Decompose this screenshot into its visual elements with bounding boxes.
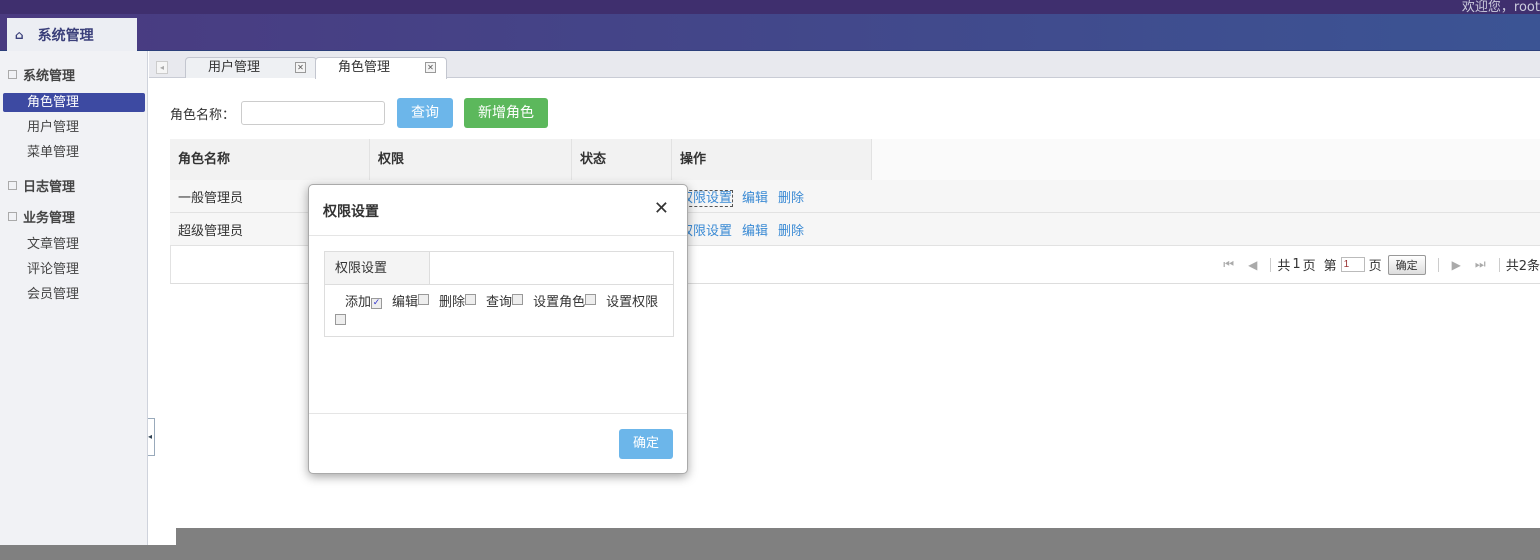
permission-section-label: 权限设置 bbox=[325, 252, 430, 284]
permission-checkbox[interactable] bbox=[585, 294, 597, 305]
sidebar-item-users[interactable]: 用户管理 bbox=[3, 118, 145, 137]
tab-scroll-left[interactable]: ◂ bbox=[156, 61, 168, 74]
permission-option: 添加 bbox=[345, 295, 372, 310]
app-tab-system[interactable]: ⌂ 系统管理 bbox=[7, 18, 137, 51]
role-name-input[interactable] bbox=[241, 101, 386, 125]
delete-link[interactable]: 删除 bbox=[778, 224, 804, 239]
permission-checkbox[interactable]: ✓ bbox=[371, 298, 383, 309]
tab-role-management[interactable]: 角色管理 ✕ bbox=[315, 57, 447, 79]
permission-option: 设置角色 bbox=[533, 295, 586, 310]
collapse-sidebar-handle[interactable]: ◂ bbox=[148, 418, 155, 456]
permission-checkbox[interactable] bbox=[418, 294, 430, 305]
permission-option: 设置权限 bbox=[606, 295, 659, 310]
search-bar: 角色名称： 查询 新增角色 bbox=[170, 98, 559, 128]
last-page-icon[interactable]: ⏭ bbox=[1475, 257, 1486, 272]
sidebar-item-roles[interactable]: 角色管理 bbox=[3, 93, 145, 112]
edit-link[interactable]: 编辑 bbox=[742, 224, 768, 239]
permission-dialog: 权限设置 ✕ 权限设置 添加 ✓ 编辑 删除 查询 设置角色 设置权限 确定 bbox=[308, 184, 688, 474]
app-tab-label: 系统管理 bbox=[37, 27, 94, 44]
page-input[interactable] bbox=[1340, 257, 1365, 272]
header-band bbox=[0, 14, 1540, 51]
table-header: 角色名称 权限 状态 操作 bbox=[170, 139, 1540, 180]
dialog-ok-button[interactable]: 确定 bbox=[619, 429, 673, 459]
first-page-icon[interactable]: ⏮ bbox=[1223, 257, 1234, 272]
next-page-icon[interactable]: ▶ bbox=[1452, 258, 1461, 272]
permission-panel: 权限设置 添加 ✓ 编辑 删除 查询 设置角色 设置权限 bbox=[324, 251, 674, 337]
close-icon[interactable]: ✕ bbox=[295, 62, 306, 73]
tab-strip: ◂ 用户管理 ✕ 角色管理 ✕ bbox=[149, 51, 1540, 79]
tab-user-management[interactable]: 用户管理 ✕ bbox=[185, 57, 317, 78]
permission-option: 删除 bbox=[439, 295, 466, 310]
permission-option: 编辑 bbox=[392, 295, 419, 310]
sidebar-item-menus[interactable]: 菜单管理 bbox=[3, 143, 145, 162]
edit-link[interactable]: 编辑 bbox=[742, 191, 768, 206]
add-role-button[interactable]: 新增角色 bbox=[464, 98, 549, 128]
welcome-text: 欢迎您，root bbox=[1461, 0, 1540, 15]
sidebar-item-members[interactable]: 会员管理 bbox=[3, 285, 145, 304]
permission-checkbox[interactable] bbox=[512, 294, 524, 305]
sidebar: 系统管理 角色管理 用户管理 菜单管理 日志管理 业务管理 文章管理 评论管理 … bbox=[0, 51, 148, 560]
top-bar: 欢迎您，root bbox=[0, 0, 1540, 15]
sidebar-item-comments[interactable]: 评论管理 bbox=[3, 260, 145, 279]
permission-option: 查询 bbox=[486, 295, 513, 310]
total-records: 共2条 bbox=[1505, 259, 1540, 274]
home-icon: ⌂ bbox=[15, 27, 24, 42]
sidebar-item-articles[interactable]: 文章管理 bbox=[3, 235, 145, 254]
dialog-title: 权限设置 bbox=[323, 204, 379, 220]
close-icon[interactable]: ✕ bbox=[425, 62, 436, 73]
role-name-label: 角色名称： bbox=[170, 107, 236, 123]
query-button[interactable]: 查询 bbox=[397, 98, 454, 128]
go-page-button[interactable]: 确定 bbox=[1387, 254, 1426, 275]
delete-link[interactable]: 删除 bbox=[778, 191, 804, 206]
sidebar-group-system[interactable]: 系统管理 bbox=[8, 65, 75, 84]
permission-list: 添加 ✓ 编辑 删除 查询 设置角色 设置权限 bbox=[325, 285, 673, 333]
close-icon[interactable]: ✕ bbox=[654, 198, 669, 219]
permission-checkbox[interactable] bbox=[335, 314, 346, 325]
prev-page-icon[interactable]: ◀ bbox=[1248, 258, 1257, 272]
sidebar-group-logs[interactable]: 日志管理 bbox=[8, 176, 75, 195]
permission-checkbox[interactable] bbox=[465, 294, 477, 305]
sidebar-group-business[interactable]: 业务管理 bbox=[8, 207, 75, 226]
